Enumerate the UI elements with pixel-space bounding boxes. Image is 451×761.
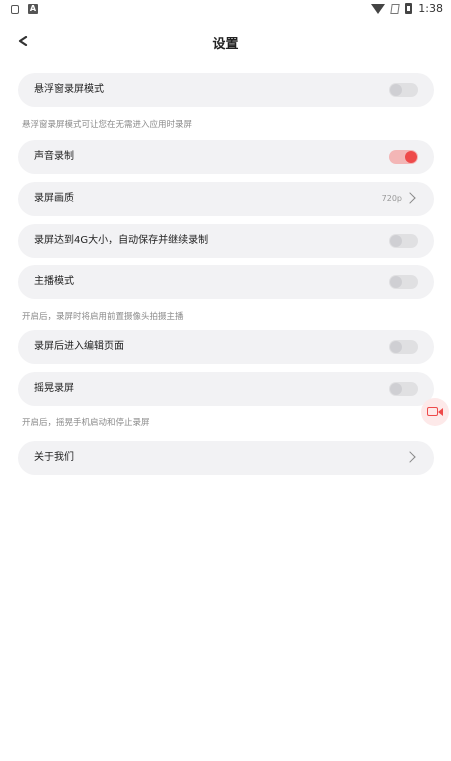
setting-auto-save-4g[interactable]: 录屏达到4G大小，自动保存并继续录制	[18, 224, 434, 258]
setting-label: 录屏后进入编辑页面	[34, 341, 124, 352]
page-title: 设置	[212, 37, 239, 52]
header: 设置	[0, 24, 451, 62]
streamer-mode-hint: 开启后，录屏时将启用前置摄像头拍摄主播	[22, 312, 184, 322]
setting-label: 关于我们	[34, 452, 74, 463]
toggle-knob	[390, 235, 402, 247]
streamer-mode-toggle[interactable]	[389, 275, 418, 289]
video-camera-lens	[438, 408, 443, 416]
video-camera-icon	[427, 407, 438, 416]
setting-floating-mode[interactable]: 悬浮窗录屏模式	[18, 73, 434, 107]
open-editor-toggle[interactable]	[389, 340, 418, 354]
setting-label: 录屏达到4G大小，自动保存并继续录制	[34, 235, 209, 246]
sim-icon	[390, 3, 400, 14]
status-bar-right: 1:38	[371, 2, 443, 15]
setting-label: 录屏画质	[34, 193, 74, 204]
toggle-knob	[390, 383, 402, 395]
wifi-icon	[371, 3, 386, 14]
lock-icon	[11, 5, 19, 14]
battery-icon	[405, 3, 413, 14]
auto-save-toggle[interactable]	[389, 234, 418, 248]
setting-streamer-mode[interactable]: 主播模式	[18, 265, 434, 299]
setting-audio-record[interactable]: 声音录制	[18, 140, 434, 174]
setting-label: 摇晃录屏	[34, 383, 74, 394]
setting-about[interactable]: 关于我们	[18, 441, 434, 475]
setting-quality[interactable]: 录屏画质 720p	[18, 182, 434, 216]
setting-shake-record[interactable]: 摇晃录屏	[18, 372, 434, 406]
setting-label: 悬浮窗录屏模式	[34, 84, 104, 95]
floating-record-button[interactable]	[421, 398, 449, 426]
chevron-right-icon	[404, 192, 416, 204]
status-bar-left: A	[11, 4, 38, 14]
setting-open-editor[interactable]: 录屏后进入编辑页面	[18, 330, 434, 364]
toggle-knob	[405, 151, 417, 163]
audio-record-toggle[interactable]	[389, 150, 418, 164]
shake-record-hint: 开启后，摇晃手机启动和停止录屏	[22, 418, 150, 428]
setting-label: 主播模式	[34, 276, 74, 287]
status-time: 1:38	[418, 2, 443, 15]
shake-record-toggle[interactable]	[389, 382, 418, 396]
floating-mode-toggle[interactable]	[389, 83, 418, 97]
setting-label: 声音录制	[34, 151, 74, 162]
toggle-knob	[390, 276, 402, 288]
chevron-right-icon	[404, 451, 416, 463]
a-icon: A	[28, 4, 38, 14]
floating-mode-hint: 悬浮窗录屏模式可让您在无需进入应用时录屏	[22, 120, 193, 130]
status-bar: A 1:38	[0, 0, 451, 20]
quality-value: 720p	[381, 194, 402, 203]
toggle-knob	[390, 84, 402, 96]
toggle-knob	[390, 341, 402, 353]
